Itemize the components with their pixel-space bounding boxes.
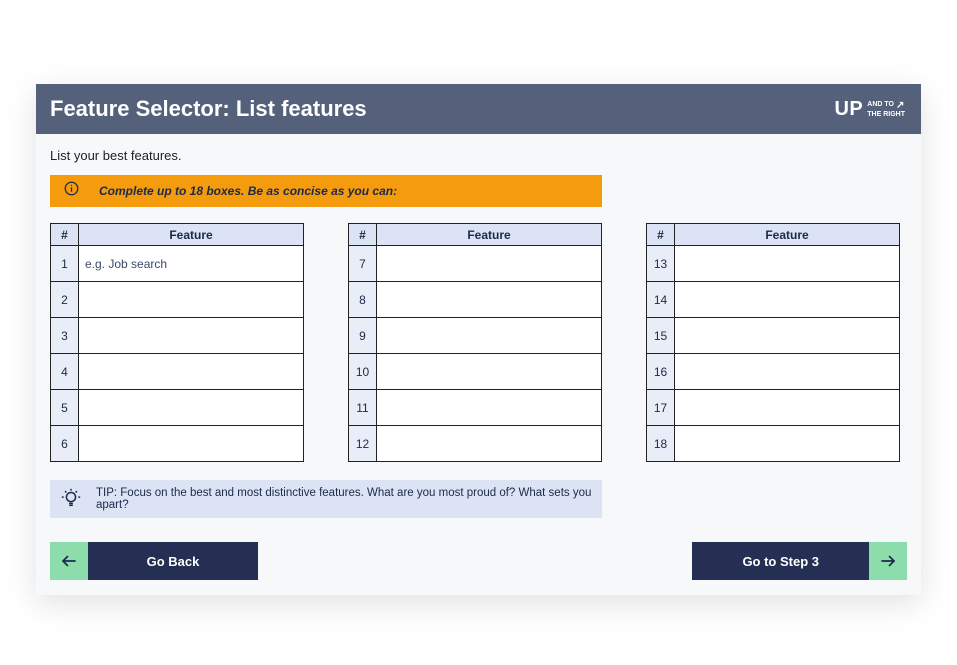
table-row: 14 (647, 282, 900, 318)
col-num-header: # (51, 224, 79, 246)
content-area: List your best features. Complete up to … (36, 134, 921, 518)
footer-nav: Go Back Go to Step 3 (36, 542, 921, 594)
row-number: 17 (647, 390, 675, 426)
feature-input[interactable] (79, 246, 303, 281)
intro-text: List your best features. (50, 148, 907, 163)
page-title: Feature Selector: List features (50, 96, 367, 122)
notice-banner: Complete up to 18 boxes. Be as concise a… (50, 175, 602, 207)
table-row: 9 (349, 318, 602, 354)
table-row: 2 (51, 282, 304, 318)
table-row: 13 (647, 246, 900, 282)
feature-table-2: # Feature 7 8 9 10 11 12 (348, 223, 602, 462)
table-row: 11 (349, 390, 602, 426)
feature-input[interactable] (377, 246, 601, 281)
header-bar: Feature Selector: List features UP AND T… (36, 84, 921, 134)
feature-input[interactable] (675, 354, 899, 389)
feature-input[interactable] (377, 426, 601, 461)
feature-table-3: # Feature 13 14 15 16 17 18 (646, 223, 900, 462)
feature-input[interactable] (79, 282, 303, 317)
table-row: 1 (51, 246, 304, 282)
lightbulb-icon (60, 487, 82, 512)
tip-banner: TIP: Focus on the best and most distinct… (50, 480, 602, 518)
row-number: 13 (647, 246, 675, 282)
row-number: 1 (51, 246, 79, 282)
feature-input[interactable] (79, 390, 303, 425)
arrow-left-icon (50, 542, 88, 580)
brand-logo: UP AND TO ↗ THE RIGHT (834, 98, 905, 121)
col-feature-header: Feature (377, 224, 602, 246)
feature-input[interactable] (675, 426, 899, 461)
table-row: 18 (647, 426, 900, 462)
table-row: 15 (647, 318, 900, 354)
table-row: 8 (349, 282, 602, 318)
row-number: 10 (349, 354, 377, 390)
row-number: 5 (51, 390, 79, 426)
notice-text: Complete up to 18 boxes. Be as concise a… (99, 184, 397, 198)
row-number: 2 (51, 282, 79, 318)
row-number: 12 (349, 426, 377, 462)
row-number: 16 (647, 354, 675, 390)
row-number: 7 (349, 246, 377, 282)
logo-text-sub: AND TO ↗ THE RIGHT (867, 100, 905, 119)
feature-input[interactable] (79, 354, 303, 389)
row-number: 15 (647, 318, 675, 354)
table-row: 16 (647, 354, 900, 390)
table-row: 3 (51, 318, 304, 354)
info-icon (64, 181, 79, 201)
feature-input[interactable] (675, 318, 899, 353)
feature-input[interactable] (79, 426, 303, 461)
table-row: 17 (647, 390, 900, 426)
app-window: Feature Selector: List features UP AND T… (36, 84, 921, 595)
table-row: 6 (51, 426, 304, 462)
table-row: 5 (51, 390, 304, 426)
feature-input[interactable] (675, 246, 899, 281)
row-number: 6 (51, 426, 79, 462)
feature-input[interactable] (377, 354, 601, 389)
feature-input[interactable] (675, 390, 899, 425)
tip-text: TIP: Focus on the best and most distinct… (96, 487, 602, 511)
row-number: 9 (349, 318, 377, 354)
go-back-button[interactable]: Go Back (50, 542, 258, 580)
arrow-up-right-icon: ↗ (896, 100, 904, 111)
go-next-button[interactable]: Go to Step 3 (692, 542, 907, 580)
row-number: 14 (647, 282, 675, 318)
col-feature-header: Feature (79, 224, 304, 246)
row-number: 8 (349, 282, 377, 318)
feature-tables: # Feature 1 2 3 4 5 6 # F (50, 223, 907, 462)
row-number: 11 (349, 390, 377, 426)
table-row: 4 (51, 354, 304, 390)
col-num-header: # (349, 224, 377, 246)
go-next-label: Go to Step 3 (692, 542, 869, 580)
feature-input[interactable] (675, 282, 899, 317)
col-feature-header: Feature (675, 224, 900, 246)
feature-input[interactable] (377, 282, 601, 317)
feature-input[interactable] (377, 318, 601, 353)
logo-text-up: UP (834, 98, 863, 121)
table-row: 12 (349, 426, 602, 462)
row-number: 18 (647, 426, 675, 462)
table-row: 7 (349, 246, 602, 282)
row-number: 4 (51, 354, 79, 390)
row-number: 3 (51, 318, 79, 354)
feature-input[interactable] (377, 390, 601, 425)
table-row: 10 (349, 354, 602, 390)
arrow-right-icon (869, 542, 907, 580)
go-back-label: Go Back (88, 542, 258, 580)
feature-input[interactable] (79, 318, 303, 353)
feature-table-1: # Feature 1 2 3 4 5 6 (50, 223, 304, 462)
col-num-header: # (647, 224, 675, 246)
